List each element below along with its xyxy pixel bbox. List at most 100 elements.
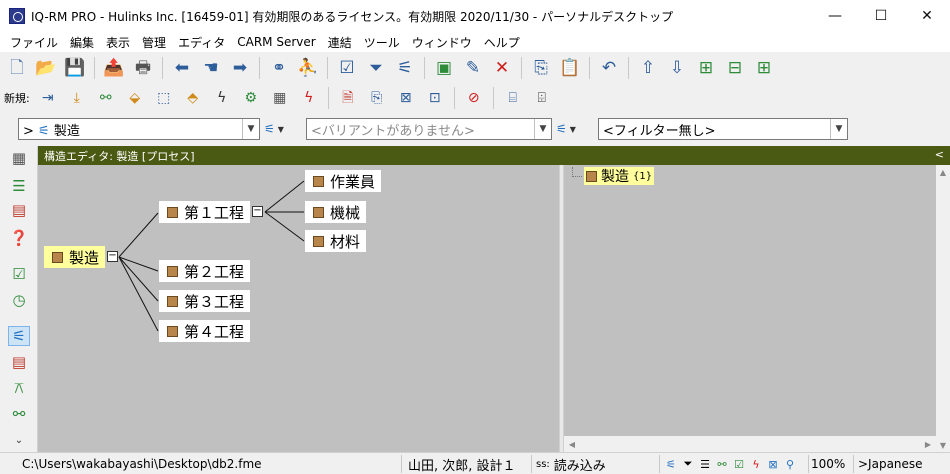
copy-icon[interactable]: ⎘ (528, 55, 554, 81)
find-person-icon[interactable]: ⛹ (295, 55, 321, 81)
process-step-node[interactable]: 第４工程 (159, 320, 251, 342)
new-lightning-icon[interactable]: ϟ (296, 85, 322, 111)
paste-icon[interactable]: 📋 (557, 55, 583, 81)
move-up-icon[interactable]: ⇧ (635, 55, 661, 81)
back-arrow-icon[interactable]: ⬅ (169, 55, 195, 81)
process-step-node[interactable]: 第３工程 (159, 290, 251, 312)
menu-view[interactable]: 表示 (100, 34, 136, 51)
status-link-icon[interactable]: ⚯ (715, 457, 729, 471)
menu-window[interactable]: ウィンドウ (406, 34, 478, 51)
menu-editor[interactable]: エディタ (172, 34, 231, 51)
new-process-icon[interactable]: ⬘ (180, 85, 206, 111)
status-language-segment[interactable]: >Japanese (856, 455, 936, 473)
new-document-icon[interactable]: 🗎 (335, 85, 361, 111)
delete-icon[interactable]: ✕ (489, 55, 515, 81)
filter-icon[interactable]: ⏷ (363, 55, 389, 81)
insert-after-icon[interactable]: ⊞ (751, 55, 777, 81)
status-filter-icon[interactable]: ⏷ (681, 457, 695, 471)
variant-select[interactable]: <バリアントがありません> ▼ (306, 118, 552, 140)
status-list-icon[interactable]: ☰ (698, 457, 712, 471)
list-view-icon[interactable]: ☰ (8, 176, 30, 196)
new-input-icon[interactable]: ⇥ (35, 85, 61, 111)
insert-before-icon[interactable]: ⊞ (693, 55, 719, 81)
element-node[interactable]: 作業員 (305, 170, 382, 192)
status-close-icon[interactable]: ⊠ (766, 457, 780, 471)
menu-edit[interactable]: 編集 (64, 34, 100, 51)
scroll-up-icon[interactable]: ▲ (936, 165, 950, 179)
print-icon[interactable]: 🖶 (130, 55, 156, 81)
new-failure-icon[interactable]: ϟ (209, 85, 235, 111)
scroll-down-icon[interactable]: ▼ (936, 438, 950, 452)
status-check-icon[interactable]: ☑ (732, 457, 746, 471)
new-component-icon[interactable]: ⬙ (122, 85, 148, 111)
grid-view-icon[interactable]: ▦ (8, 148, 30, 168)
new-forbidden-icon[interactable]: ⊘ (461, 85, 487, 111)
menu-manage[interactable]: 管理 (136, 34, 172, 51)
chevron-down-icon[interactable]: ▼ (830, 119, 847, 139)
scroll-right-icon[interactable]: ▶ (920, 436, 936, 452)
checklist-icon[interactable]: ☑ (334, 55, 360, 81)
collapse-panel-icon[interactable]: < (935, 148, 944, 161)
new-download-icon[interactable]: ⤓ (64, 85, 90, 111)
status-pin-icon[interactable]: ⚲ (783, 457, 797, 471)
new-frame-icon[interactable]: ⌸ (500, 85, 526, 111)
new-file-icon[interactable]: 🗋 (4, 55, 30, 81)
new-special-icon[interactable]: ⌹ (529, 85, 555, 111)
process-step-node[interactable]: 第２工程 (159, 260, 251, 282)
new-table-icon[interactable]: ▦ (267, 85, 293, 111)
export-icon[interactable]: 📤 (101, 55, 127, 81)
hand-point-icon[interactable]: ☚ (198, 55, 224, 81)
color-select-icon[interactable]: ▣ (431, 55, 457, 81)
vertical-scrollbar[interactable]: ▲ ▼ (936, 165, 950, 452)
form-view-icon[interactable]: ▤ (8, 352, 30, 372)
scroll-left-icon[interactable]: ◀ (564, 436, 580, 452)
pencil-icon[interactable]: ✎ (460, 55, 486, 81)
new-check-icon[interactable]: ⚙ (238, 85, 264, 111)
menu-file[interactable]: ファイル (4, 34, 64, 51)
undo-icon[interactable]: ↶ (596, 55, 622, 81)
menu-help[interactable]: ヘルプ (478, 34, 526, 51)
new-search-doc-icon[interactable]: ⊡ (422, 85, 448, 111)
new-copy-doc-icon[interactable]: ⎘ (364, 85, 390, 111)
menu-link[interactable]: 連結 (322, 34, 358, 51)
new-remove-doc-icon[interactable]: ⊠ (393, 85, 419, 111)
open-folder-icon[interactable]: 📂 (33, 55, 59, 81)
maximize-button[interactable]: ☐ (858, 0, 904, 32)
new-network-icon[interactable]: ⚯ (93, 85, 119, 111)
element-node[interactable]: 材料 (305, 230, 367, 252)
collapse-toggle[interactable]: − (107, 251, 118, 262)
hierarchy-button[interactable]: ⚟ ▼ (264, 119, 284, 139)
structure-canvas[interactable]: 製造 − 第１工程 − 第２工程 第３工程 第４工程 作業員 機械 材料 (38, 165, 559, 452)
schedule-tree-icon[interactable]: ◷ (8, 290, 30, 310)
check-tree-icon[interactable]: ☑ (8, 264, 30, 284)
binoculars-icon[interactable]: ⚭ (266, 55, 292, 81)
structure-editor-icon[interactable]: ⚟ (8, 326, 30, 346)
forward-arrow-icon[interactable]: ➡ (227, 55, 253, 81)
status-lightning-icon[interactable]: ϟ (749, 457, 763, 471)
new-function-icon[interactable]: ⬚ (151, 85, 177, 111)
save-icon[interactable]: 💾 (62, 55, 88, 81)
table-view-icon[interactable]: ▤ (8, 200, 30, 220)
chevron-down-icon[interactable]: ▼ (534, 119, 551, 139)
collapse-toggle[interactable]: − (252, 206, 263, 217)
help-icon[interactable]: ❓ (8, 228, 30, 248)
insert-child-icon[interactable]: ⊟ (722, 55, 748, 81)
org-chart-icon[interactable]: ⚻ (8, 378, 30, 398)
chevron-down-icon[interactable]: ▼ (242, 119, 259, 139)
scroll-down-icon[interactable]: ⌄ (8, 430, 30, 450)
horizontal-scrollbar[interactable]: ◀ ▶ (564, 436, 936, 452)
status-hierarchy-icon[interactable]: ⚟ (664, 457, 678, 471)
filter-select[interactable]: <フィルター無し> ▼ (598, 118, 848, 140)
move-down-icon[interactable]: ⇩ (664, 55, 690, 81)
process-step-node[interactable]: 第１工程 (159, 201, 251, 223)
process-select[interactable]: > ⚟ 製造 ▼ (18, 118, 260, 140)
element-node[interactable]: 機械 (305, 201, 367, 223)
network-view-icon[interactable]: ⚯ (8, 404, 30, 424)
variant-hierarchy-button[interactable]: ⚟ ▼ (556, 119, 576, 139)
menu-tools[interactable]: ツール (358, 34, 406, 51)
minimize-button[interactable]: — (812, 0, 858, 32)
close-button[interactable]: ✕ (904, 0, 950, 32)
menu-carm-server[interactable]: CARM Server (231, 35, 321, 49)
tree-item[interactable]: 製造 {1} (584, 167, 655, 185)
filter-list-icon[interactable]: ⚟ (392, 55, 418, 81)
